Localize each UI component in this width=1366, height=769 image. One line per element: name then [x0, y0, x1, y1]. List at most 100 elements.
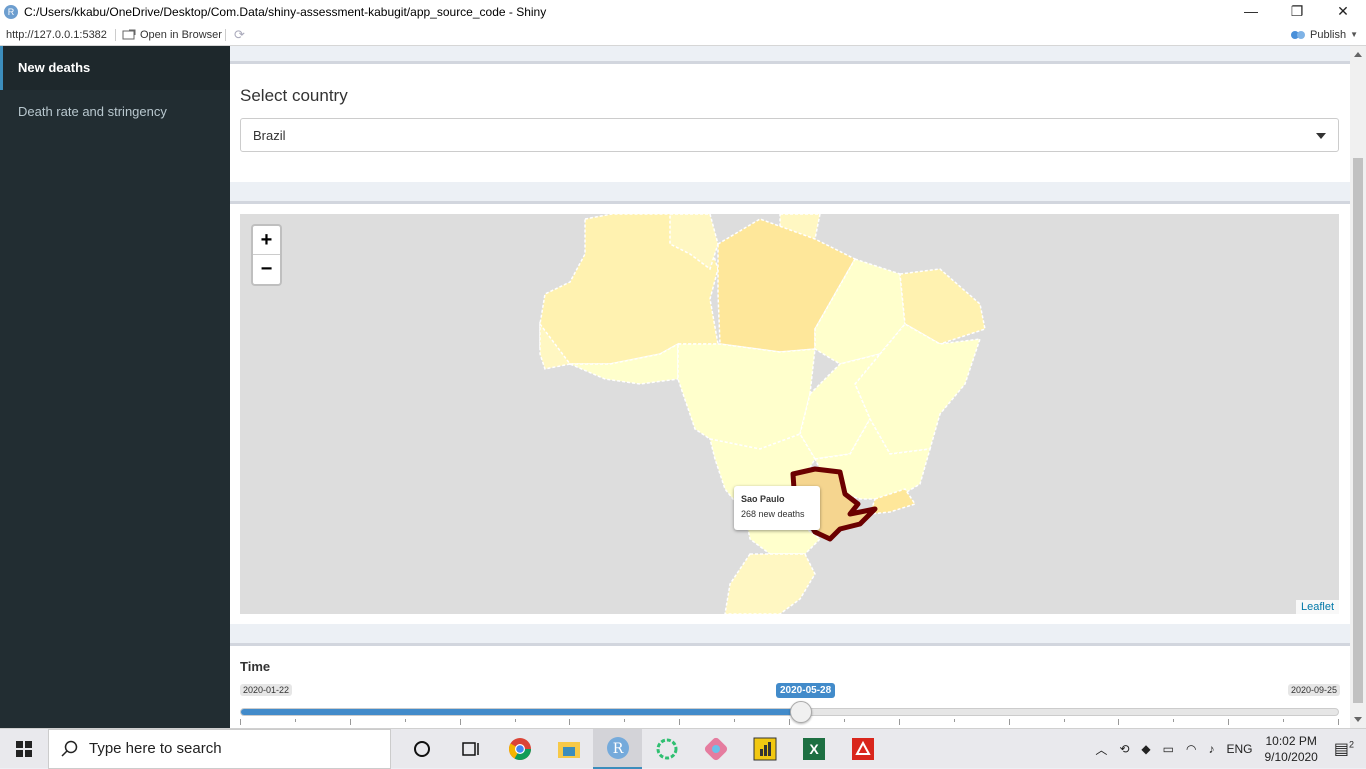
time-slider[interactable]: [240, 701, 1339, 723]
slider-ticks: [240, 719, 1339, 727]
restore-button[interactable]: ❐: [1274, 0, 1320, 24]
slider-tick: [1283, 719, 1285, 722]
window-title: C:/Users/kkabu/OneDrive/Desktop/Com.Data…: [24, 5, 547, 19]
tooltip-region: Sao Paulo: [741, 494, 785, 504]
svg-text:X: X: [809, 741, 819, 757]
url-field[interactable]: http://127.0.0.1:5382: [0, 28, 116, 41]
zoom-out-button[interactable]: −: [253, 255, 280, 284]
rstudio-icon[interactable]: R: [593, 728, 642, 769]
r-app-icon: R: [4, 5, 18, 19]
open-browser-icon: [122, 29, 136, 39]
publish-button[interactable]: Publish ▼: [1290, 29, 1358, 41]
slider-tick: [789, 719, 790, 725]
slider-tick: [240, 719, 241, 725]
tooltip-value: 268 new deaths: [741, 509, 805, 519]
clock-date: 9/10/2020: [1264, 750, 1318, 764]
close-button[interactable]: ✕: [1320, 0, 1366, 24]
slider-tick: [459, 719, 461, 725]
page-scrollbar[interactable]: [1350, 46, 1366, 728]
chevron-up-icon[interactable]: ︿: [1095, 741, 1107, 758]
slider-tick: [624, 719, 626, 722]
taskbar-search[interactable]: Type here to search: [48, 728, 391, 769]
system-tray: ︿ ⟲ ◆ ▭ ◠ ♪ ENG 10:02 PM 9/10/2020 ▤2: [1095, 729, 1366, 769]
paint-icon[interactable]: [691, 729, 740, 769]
time-label: Time: [240, 659, 271, 674]
open-in-browser-label: Open in Browser: [140, 28, 222, 41]
country-select[interactable]: Brazil: [240, 118, 1339, 152]
zoom-control: + −: [251, 224, 282, 286]
main-content: Select country Brazil + − Sao Paulo 268 …: [230, 46, 1350, 728]
language-indicator[interactable]: ENG: [1226, 742, 1252, 756]
scroll-down-icon[interactable]: [1354, 717, 1362, 722]
slider-tick: [294, 719, 296, 722]
slider-tick: [349, 719, 351, 725]
sidebar: New deaths Death rate and stringency: [0, 46, 230, 728]
slider-min-label: 2020-01-22: [240, 684, 293, 696]
region-mato-grosso: [677, 343, 816, 450]
taskbar-apps: R X: [397, 728, 887, 769]
slider-tick: [569, 719, 571, 725]
slider-tick: [1228, 719, 1230, 725]
volume-icon[interactable]: ♪: [1208, 742, 1214, 756]
minimize-button[interactable]: —: [1228, 0, 1274, 24]
battery-icon[interactable]: ▭: [1163, 742, 1174, 756]
refresh-icon[interactable]: ⟳: [226, 27, 245, 43]
refresh-app-icon[interactable]: [642, 729, 691, 769]
notification-icon[interactable]: ▤2: [1334, 739, 1354, 759]
country-box: Select country Brazil: [230, 61, 1350, 182]
leaflet-map[interactable]: + − Sao Paulo 268 new deaths Leaflet: [240, 214, 1339, 614]
network-sync-icon[interactable]: ⟲: [1119, 742, 1129, 756]
notification-count: 2: [1348, 739, 1354, 750]
search-placeholder: Type here to search: [89, 740, 222, 757]
map-box: + − Sao Paulo 268 new deaths Leaflet: [230, 201, 1350, 624]
slider-tick: [898, 719, 900, 725]
slider-tick: [1338, 719, 1339, 725]
slider-tick: [679, 719, 681, 725]
select-country-label: Select country: [240, 86, 348, 105]
open-in-browser-button[interactable]: Open in Browser: [116, 28, 226, 41]
publish-label: Publish: [1310, 28, 1347, 41]
scrollbar-thumb[interactable]: [1353, 158, 1363, 703]
zoom-in-button[interactable]: +: [253, 226, 280, 255]
slider-tick: [514, 719, 516, 722]
leaflet-attribution[interactable]: Leaflet: [1295, 600, 1339, 614]
slider-fill: [241, 709, 801, 715]
slider-max-label: 2020-09-25: [1287, 684, 1340, 696]
clock[interactable]: 10:02 PM 9/10/2020: [1264, 733, 1317, 765]
slider-tick: [953, 719, 955, 722]
slider-tick: [1008, 719, 1010, 725]
region-rio-grande-sul: [724, 553, 816, 614]
powerbi-icon[interactable]: [740, 729, 789, 769]
windows-taskbar: Type here to search R X ︿ ⟲ ◆ ▭ ◠ ♪ ENG …: [0, 728, 1366, 769]
slider-value-label: 2020-05-28: [776, 683, 836, 698]
windows-start-icon[interactable]: [0, 729, 48, 769]
sidebar-item-death-rate[interactable]: Death rate and stringency: [0, 90, 230, 134]
task-view-icon[interactable]: [446, 729, 495, 769]
slider-tick: [404, 719, 406, 722]
sidebar-item-new-deaths[interactable]: New deaths: [0, 46, 230, 90]
excel-icon[interactable]: X: [789, 729, 838, 769]
search-icon: [61, 740, 78, 757]
slider-tick: [1118, 719, 1120, 725]
slider-tick: [734, 719, 736, 722]
country-select-value: Brazil: [253, 128, 286, 143]
acrobat-icon[interactable]: [838, 729, 887, 769]
svg-text:R: R: [612, 741, 623, 757]
publish-icon: [1291, 30, 1305, 39]
window-controls: — ❐ ✕: [1228, 0, 1366, 24]
publish-dropdown-icon: ▼: [1350, 30, 1358, 39]
cortana-icon[interactable]: [397, 729, 446, 769]
chrome-icon[interactable]: [495, 729, 544, 769]
wifi-icon[interactable]: ◠: [1186, 742, 1196, 756]
caret-down-icon: [1316, 133, 1326, 139]
slider-tick: [1173, 719, 1175, 722]
viewer-toolbar: http://127.0.0.1:5382 Open in Browser ⟳ …: [0, 24, 1366, 46]
map-tooltip: Sao Paulo 268 new deaths: [734, 486, 820, 530]
file-explorer-icon[interactable]: [544, 729, 593, 769]
time-box: Time 2020-01-22 2020-05-28 2020-09-25: [230, 643, 1350, 728]
slider-tick: [843, 719, 845, 722]
brazil-choropleth[interactable]: [240, 214, 1339, 614]
slider-tick: [1063, 719, 1065, 722]
dropbox-icon[interactable]: ◆: [1141, 742, 1150, 756]
scroll-up-icon[interactable]: [1354, 52, 1362, 57]
